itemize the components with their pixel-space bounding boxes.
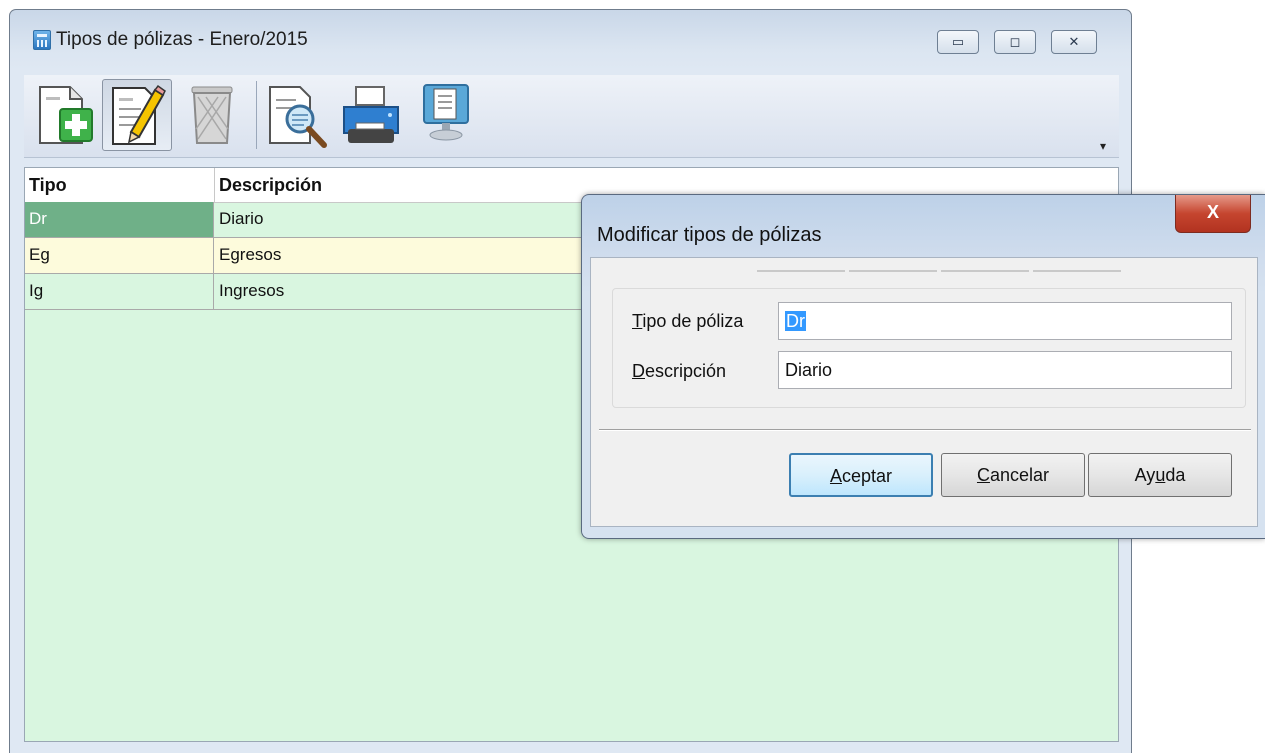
- monitor-document-icon: [423, 84, 469, 141]
- help-button[interactable]: Ayuda: [1088, 453, 1232, 497]
- toolbar: ▾: [24, 75, 1119, 158]
- maximize-button[interactable]: ◻: [994, 30, 1036, 54]
- cell-tipo[interactable]: Ig: [25, 274, 214, 309]
- printer-icon: [343, 86, 399, 143]
- preview-magnifier-icon: [269, 86, 327, 148]
- cell-tipo[interactable]: Eg: [25, 238, 214, 273]
- tab-strip-line: [1033, 270, 1121, 272]
- calculator-app-icon: [33, 30, 51, 50]
- cell-tipo[interactable]: Dr: [25, 202, 214, 237]
- tipo-poliza-label: Tipo de póliza: [632, 311, 744, 331]
- minimize-button[interactable]: ▭: [937, 30, 979, 54]
- tab-strip-line: [757, 270, 845, 272]
- delete-button[interactable]: [176, 79, 246, 151]
- accept-button[interactable]: Aceptar: [789, 453, 933, 497]
- cancel-button[interactable]: Cancelar: [941, 453, 1085, 497]
- descripcion-label: Descripción: [632, 361, 727, 381]
- preview-button[interactable]: [262, 79, 332, 151]
- dialog-title: Modificar tipos de pólizas: [597, 224, 822, 246]
- close-button[interactable]: ✕: [1051, 30, 1097, 54]
- dialog-close-button[interactable]: X: [1175, 195, 1251, 233]
- dialog-body: Tipo de póliza Dr Descripción Diario Ace…: [590, 257, 1258, 527]
- column-header-tipo[interactable]: Tipo: [29, 175, 67, 196]
- print-button[interactable]: [336, 79, 406, 151]
- delete-trash-icon: [191, 86, 233, 144]
- column-header-descripcion[interactable]: Descripción: [219, 175, 322, 196]
- toolbar-separator: [256, 81, 257, 149]
- modify-policy-type-dialog: Modificar tipos de pólizas X Tipo de pól…: [581, 194, 1265, 539]
- cell-descripcion[interactable]: Ingresos: [215, 274, 284, 309]
- selected-text: Dr: [785, 311, 806, 331]
- edit-document-icon: [112, 84, 166, 145]
- tab-strip-line: [941, 270, 1029, 272]
- screen-button[interactable]: [412, 79, 482, 151]
- cell-descripcion[interactable]: Diario: [215, 202, 263, 237]
- toolbar-overflow-icon[interactable]: ▾: [1100, 139, 1106, 153]
- dialog-divider: [599, 429, 1251, 431]
- edit-button[interactable]: [102, 79, 172, 151]
- descripcion-input[interactable]: Diario: [778, 351, 1232, 389]
- tipo-poliza-input[interactable]: Dr: [778, 302, 1232, 340]
- cell-descripcion[interactable]: Egresos: [215, 238, 281, 273]
- new-document-icon: [39, 86, 93, 144]
- window-title: Tipos de pólizas - Enero/2015: [56, 29, 308, 50]
- tab-strip-line: [849, 270, 937, 272]
- new-button[interactable]: [30, 79, 100, 151]
